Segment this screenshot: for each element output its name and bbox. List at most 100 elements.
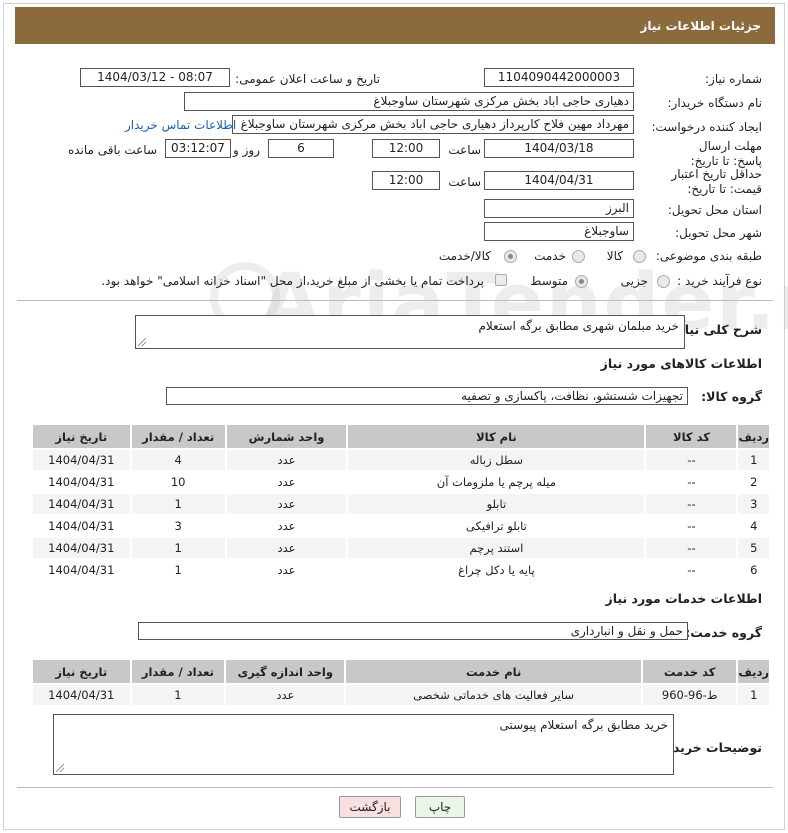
- goods-cell-name: تابلو: [348, 494, 645, 514]
- category-goods-label: کالا: [606, 249, 623, 263]
- goods-cell-code: --: [646, 560, 737, 580]
- goods-cell-quantity: 10: [131, 472, 225, 492]
- services-table-header: ردیف کد خدمت نام خدمت واحد اندازه گیری ت…: [33, 660, 769, 683]
- process-minor-radio[interactable]: [657, 275, 670, 288]
- col-need-date: تاریخ نیاز: [33, 425, 130, 448]
- table-row: 2 -- میله پرچم یا ملزومات آن عدد 10 1404/04/3…: [33, 472, 769, 492]
- buyer-notes-field[interactable]: خرید مطابق برگه استعلام پیوستی: [53, 714, 674, 775]
- validity-time-field[interactable]: 12:00: [372, 171, 440, 190]
- goods-cell-quantity: 1: [131, 494, 225, 514]
- goods-cell-row-number: 1: [738, 450, 769, 470]
- buyer-org-label: نام دستگاه خریدار:: [667, 96, 763, 110]
- divider: [17, 300, 773, 301]
- remaining-label: ساعت باقی مانده: [67, 143, 157, 157]
- category-service-radio[interactable]: [572, 250, 585, 263]
- goods-cell-quantity: 4: [131, 450, 225, 470]
- goods-table-header: ردیف کد کالا نام کالا واحد شمارش تعداد /…: [33, 425, 769, 448]
- services-cell-row-number: 1: [738, 685, 769, 705]
- goods-cell-unit: عدد: [226, 450, 347, 470]
- deadline-date-field[interactable]: 1404/03/18: [484, 139, 634, 158]
- province-field[interactable]: البرز: [484, 199, 634, 218]
- goods-table: ردیف کد کالا نام کالا واحد شمارش تعداد /…: [31, 423, 771, 582]
- validity-date-field[interactable]: 1404/04/31: [484, 171, 634, 190]
- category-goods-service-radio[interactable]: [504, 250, 517, 263]
- process-medium-radio[interactable]: [575, 275, 588, 288]
- goods-cell-code: --: [646, 538, 737, 558]
- page-title: جزئیات اطلاعات نیاز: [15, 7, 775, 44]
- goods-cell-name: سطل زباله: [348, 450, 645, 470]
- goods-cell-row-number: 4: [738, 516, 769, 536]
- need-number-field[interactable]: 1104090442000003: [484, 68, 634, 87]
- city-field[interactable]: ساوجبلاغ: [484, 222, 634, 241]
- goods-cell-code: --: [646, 472, 737, 492]
- goods-cell-unit: عدد: [226, 538, 347, 558]
- description-field[interactable]: خرید مبلمان شهری مطابق برگه استعلام: [135, 315, 685, 349]
- goods-cell-row-number: 2: [738, 472, 769, 492]
- print-button[interactable]: چاپ: [415, 796, 465, 818]
- back-button[interactable]: بازگشت: [339, 796, 401, 818]
- services-group-label: گروه خدمت:: [685, 625, 762, 640]
- table-row: 1 -- سطل زباله عدد 4 1404/04/31: [33, 450, 769, 470]
- goods-cell-unit: عدد: [226, 494, 347, 514]
- description-text: خرید مبلمان شهری مطابق برگه استعلام: [478, 319, 679, 333]
- requester-field[interactable]: مهرداد مهین فلاح کارپرداز دهیاری حاجی اب…: [232, 115, 634, 134]
- col-measure-unit: واحد اندازه گیری: [226, 660, 345, 683]
- goods-cell-unit: عدد: [226, 472, 347, 492]
- deadline-time-field[interactable]: 12:00: [372, 139, 440, 158]
- goods-cell-unit: عدد: [226, 516, 347, 536]
- goods-cell-name: پایه یا دکل چراغ: [348, 560, 645, 580]
- col-row: ردیف: [738, 660, 769, 683]
- days-field[interactable]: 6: [268, 139, 334, 158]
- col-goods-name: نام کالا: [348, 425, 645, 448]
- goods-cell-need-date: 1404/04/31: [33, 472, 130, 492]
- category-goods-service-label: کالا/خدمت: [438, 249, 491, 263]
- buyer-org-field[interactable]: دهیاری حاجی اباد بخش مرکزی شهرستان ساوجب…: [184, 92, 634, 111]
- remaining-time-field[interactable]: 03:12:07: [165, 139, 231, 158]
- goods-cell-quantity: 1: [131, 538, 225, 558]
- treasury-payment-note: پرداخت تمام یا بخشی از مبلغ خرید،از محل …: [101, 274, 484, 288]
- table-row: 6 -- پایه یا دکل چراغ عدد 1 1404/04/31: [33, 560, 769, 580]
- process-minor-label: جزیی: [620, 274, 648, 288]
- announce-label: تاریخ و ساعت اعلان عمومی:: [235, 72, 380, 86]
- treasury-payment-checkbox[interactable]: [495, 274, 507, 286]
- table-row: 1 ط-96-960 سایر فعالیت های خدماتی شخصی عدد 1…: [33, 685, 769, 705]
- description-label: شرح کلی نیاز:: [672, 322, 762, 337]
- resize-grip-icon[interactable]: [56, 764, 64, 772]
- goods-cell-row-number: 6: [738, 560, 769, 580]
- goods-cell-need-date: 1404/04/31: [33, 560, 130, 580]
- table-row: 3 -- تابلو عدد 1 1404/04/31: [33, 494, 769, 514]
- goods-cell-unit: عدد: [226, 560, 347, 580]
- col-goods-code: کد کالا: [646, 425, 737, 448]
- resize-grip-icon[interactable]: [138, 338, 146, 346]
- days-label: روز و: [233, 143, 260, 157]
- goods-cell-need-date: 1404/04/31: [33, 516, 130, 536]
- col-need-date: تاریخ نیاز: [33, 660, 130, 683]
- announce-field[interactable]: 1404/03/12 - 08:07: [80, 68, 230, 87]
- goods-cell-code: --: [646, 494, 737, 514]
- goods-group-field[interactable]: تجهیزات شستشو، نظافت، پاکسازی و تصفیه: [166, 387, 688, 405]
- goods-cell-code: --: [646, 450, 737, 470]
- services-group-field[interactable]: حمل و نقل و انبارداری: [138, 622, 688, 640]
- contact-buyer-link[interactable]: اطلاعات تماس خریدار: [125, 118, 236, 132]
- goods-group-label: گروه کالا:: [701, 389, 762, 404]
- col-row: ردیف: [738, 425, 769, 448]
- category-goods-radio[interactable]: [633, 250, 646, 263]
- goods-cell-need-date: 1404/04/31: [33, 494, 130, 514]
- services-table: ردیف کد خدمت نام خدمت واحد اندازه گیری ت…: [31, 658, 771, 707]
- col-service-name: نام خدمت: [346, 660, 641, 683]
- services-cell-quantity: 1: [131, 685, 225, 705]
- process-medium-label: متوسط: [530, 274, 568, 288]
- services-cell-need-date: 1404/04/31: [33, 685, 130, 705]
- table-row: 4 -- تابلو ترافیکی عدد 3 1404/04/31: [33, 516, 769, 536]
- deadline-label: مهلت ارسال پاسخ: تا تاریخ:: [690, 139, 762, 168]
- category-service-label: خدمت: [534, 249, 566, 263]
- divider: [17, 787, 773, 788]
- need-number-label: شماره نیاز:: [705, 72, 762, 86]
- goods-cell-row-number: 3: [738, 494, 769, 514]
- requester-label: ایجاد کننده درخواست:: [651, 120, 762, 134]
- process-label: نوع فرآیند خرید :: [677, 274, 762, 288]
- goods-cell-row-number: 5: [738, 538, 769, 558]
- buyer-notes-text: خرید مطابق برگه استعلام پیوستی: [499, 718, 668, 732]
- province-label: استان محل تحویل:: [667, 203, 762, 217]
- goods-cell-name: میله پرچم یا ملزومات آن: [348, 472, 645, 492]
